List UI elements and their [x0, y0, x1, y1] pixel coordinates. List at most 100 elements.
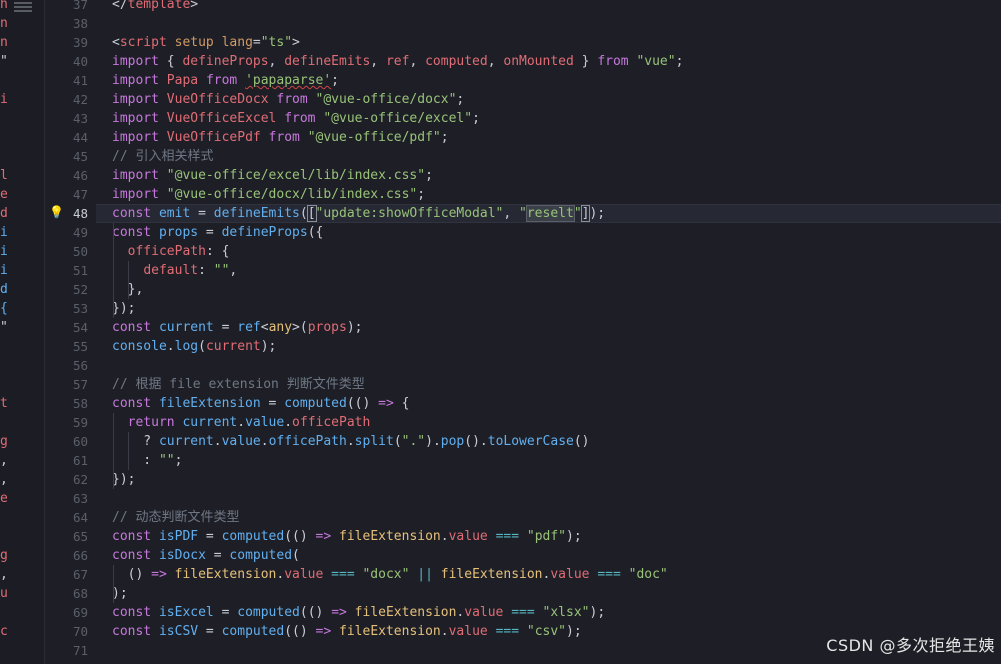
code-line[interactable]: // 引入相关样式: [112, 147, 1001, 166]
code-token: defineProps: [182, 54, 269, 69]
code-token: (: [299, 206, 308, 221]
code-line[interactable]: const isExcel = computed(() => fileExten…: [112, 603, 1001, 622]
line-number: 71: [72, 643, 88, 658]
code-token: import: [112, 168, 159, 183]
code-line[interactable]: const isDocx = computed(: [112, 546, 1001, 565]
code-token: ;: [440, 130, 449, 145]
code-token: >: [190, 0, 199, 12]
side-char: i: [0, 225, 8, 240]
code-line[interactable]: // 动态判断文件类型: [112, 508, 1001, 527]
code-token: ,: [229, 263, 238, 278]
code-line[interactable]: );: [112, 584, 1001, 603]
code-token: "@vue-office/docx/lib/index.css": [166, 187, 418, 202]
code-token: fileExtension: [339, 529, 441, 544]
code-line[interactable]: import "@vue-office/docx/lib/index.css";: [112, 185, 1001, 204]
code-line[interactable]: : "";: [112, 451, 1001, 470]
side-char: g: [0, 548, 8, 563]
code-token: ===: [331, 567, 355, 582]
code-token: ".": [401, 434, 426, 449]
code-line[interactable]: return current.value.officePath: [112, 413, 1001, 432]
code-token: value: [448, 624, 488, 639]
code-token: ?: [112, 434, 159, 449]
code-token: value: [284, 567, 324, 582]
code-token: "ts": [260, 35, 293, 50]
side-char: ,: [0, 453, 8, 468]
code-token: defineProps: [221, 225, 308, 240]
code-line[interactable]: const current = ref<any>(props);: [112, 318, 1001, 337]
code-token: ,: [503, 206, 520, 221]
code-line[interactable]: officePath: {: [112, 242, 1001, 261]
code-token: (): [573, 434, 590, 449]
code-token: template: [127, 0, 191, 12]
code-line[interactable]: </template>: [112, 0, 1001, 14]
code-token: default: [143, 263, 199, 278]
code-token: VueOfficeExcel: [166, 111, 277, 126]
code-editor[interactable]: h n n " i l e d i i i d{" t g,, e g, u c 37 38 39 40 41 42 43 44…: [0, 0, 1001, 664]
code-token: =: [252, 35, 261, 50]
code-line[interactable]: });: [112, 470, 1001, 489]
code-line[interactable]: ? current.value.officePath.split(".").po…: [112, 432, 1001, 451]
code-token: current: [158, 320, 214, 335]
code-token: ": [519, 206, 527, 221]
code-line[interactable]: () => fileExtension.value === "docx" || …: [112, 565, 1001, 584]
minimap[interactable]: [14, 2, 32, 16]
code-line[interactable]: [112, 356, 1001, 375]
lightbulb-icon[interactable]: 💡: [49, 205, 64, 219]
code-token: ,: [409, 54, 426, 69]
code-line[interactable]: console.log(current);: [112, 337, 1001, 356]
side-char: h: [0, 0, 8, 12]
code-token: VueOfficeDocx: [166, 92, 269, 107]
code-area[interactable]: </template> <script setup lang="ts"> impor…: [96, 0, 1001, 664]
code-line[interactable]: import Papa from 'papaparse';: [112, 71, 1001, 90]
code-token: =: [198, 225, 222, 240]
code-line[interactable]: const fileExtension = computed(() => {: [112, 394, 1001, 413]
code-token: ;: [425, 168, 433, 183]
code-token: const: [112, 624, 152, 639]
code-token: from: [284, 111, 316, 126]
code-line[interactable]: import { defineProps, defineEmits, ref, …: [112, 52, 1001, 71]
code-line[interactable]: });: [112, 299, 1001, 318]
code-line[interactable]: import VueOfficeExcel from "@vue-office/…: [112, 109, 1001, 128]
code-line[interactable]: const emit = defineEmits(["update:showOf…: [96, 204, 1001, 223]
code-token: .: [166, 339, 175, 354]
code-line[interactable]: [112, 489, 1001, 508]
code-token: console: [112, 339, 167, 354]
side-char: i: [0, 92, 8, 107]
code-token: "": [158, 453, 175, 468]
code-token: isPDF: [158, 529, 199, 544]
code-line[interactable]: const props = defineProps({: [112, 223, 1001, 242]
code-line[interactable]: // 根据 file extension 判断文件类型: [112, 375, 1001, 394]
code-line[interactable]: },: [112, 280, 1001, 299]
code-token: });: [112, 472, 136, 487]
code-token: ;: [456, 92, 465, 107]
code-token: :: [112, 453, 159, 468]
code-token: .: [440, 529, 449, 544]
code-line[interactable]: const isPDF = computed(() => fileExtensi…: [112, 527, 1001, 546]
code-line[interactable]: import VueOfficeDocx from "@vue-office/d…: [112, 90, 1001, 109]
code-token: current: [205, 339, 261, 354]
code-token: const: [112, 225, 152, 240]
code-token: isExcel: [158, 605, 214, 620]
code-token: );: [566, 529, 582, 544]
code-line[interactable]: default: "",: [112, 261, 1001, 280]
code-token: ===: [511, 605, 535, 620]
code-token: const: [112, 396, 152, 411]
code-token: officePath: [268, 434, 347, 449]
code-line[interactable]: import "@vue-office/excel/lib/index.css"…: [112, 166, 1001, 185]
code-token: reselt: [525, 205, 575, 222]
code-token: current: [158, 434, 214, 449]
line-number: 52: [72, 282, 88, 297]
code-token: "@vue-office/excel": [323, 111, 473, 126]
code-line[interactable]: import VueOfficePdf from "@vue-office/pd…: [112, 128, 1001, 147]
code-line[interactable]: [112, 14, 1001, 33]
indent-guide: [128, 261, 130, 299]
code-line[interactable]: <script setup lang="ts">: [112, 33, 1001, 52]
